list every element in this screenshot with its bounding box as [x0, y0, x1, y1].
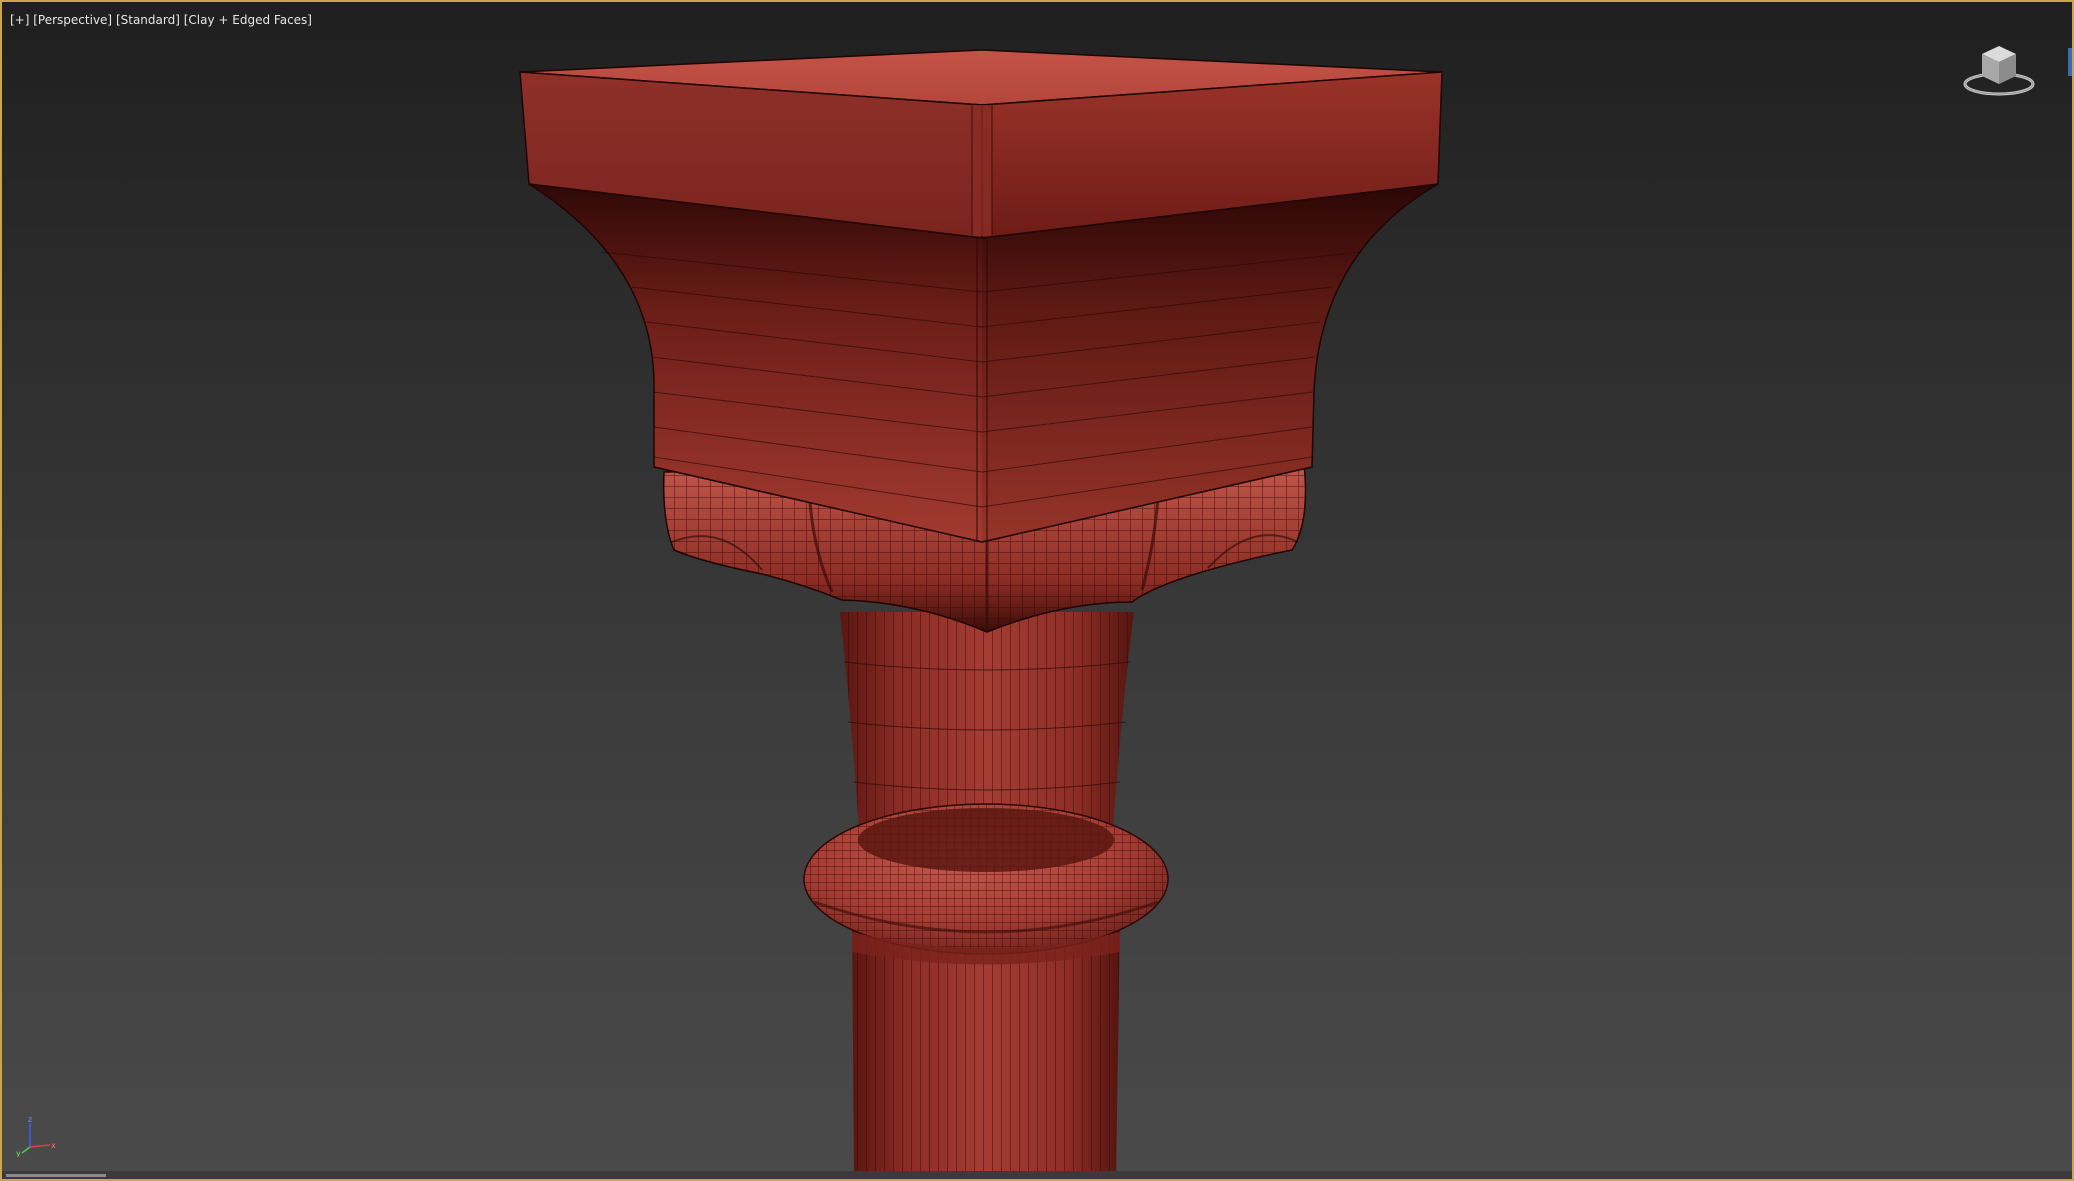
axis-x-label: x	[51, 1141, 56, 1150]
time-slider-indicator[interactable]	[6, 1174, 106, 1177]
side-panel-tab[interactable]	[2068, 48, 2072, 76]
viewport-bottom-bar	[2, 1171, 2072, 1179]
axis-y-label: y	[16, 1149, 21, 1157]
axis-z-label: z	[28, 1115, 32, 1124]
column-model[interactable]	[2, 2, 2072, 1179]
perspective-viewport[interactable]: [+] [Perspective] [Standard] [Clay + Edg…	[0, 0, 2074, 1181]
axis-tripod-icon: z x y	[16, 1115, 56, 1157]
viewcube-icon[interactable]	[1960, 40, 2038, 98]
column-torus-ring	[803, 803, 1169, 965]
